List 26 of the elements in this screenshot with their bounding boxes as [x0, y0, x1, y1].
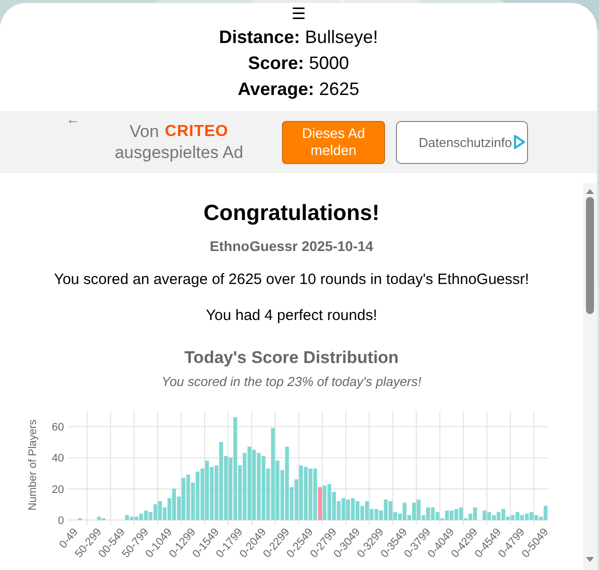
- game-date: EthnoGuessr 2025-10-14: [210, 238, 374, 254]
- scroll-thumb[interactable]: [586, 197, 594, 314]
- privacy-info-button[interactable]: Datenschutzinfo: [396, 120, 528, 164]
- chart-title: Today's Score Distribution: [184, 348, 399, 368]
- congrats-title: Congratulations!: [204, 199, 380, 227]
- result-line: Score: 5000: [248, 52, 350, 75]
- tick-label: 40: [52, 452, 64, 465]
- scroll-up-icon[interactable]: [586, 189, 594, 194]
- scrollbar[interactable]: [583, 183, 597, 570]
- ad-text: Von: [130, 121, 159, 142]
- summary-text: You had 4 perfect rounds!: [206, 306, 378, 326]
- bar: [78, 518, 82, 520]
- result-line: Distance: Bullseye!: [218, 26, 378, 49]
- tick-label: 0: [58, 515, 64, 527]
- scroll-down-icon[interactable]: [586, 557, 594, 562]
- brand-logo: CRITEO: [164, 122, 228, 142]
- axis-title: Number of Players: [27, 419, 39, 511]
- result-line: Average: 2625: [238, 78, 360, 101]
- chart-subtitle: You scored in the top 23% of today's players!: [162, 374, 422, 389]
- menu-icon[interactable]: ☰: [292, 6, 306, 24]
- tick-label: 20: [52, 484, 64, 496]
- summary-text: You scored an average of 2625 over 10 rounds in today's EthnoGuessr!: [54, 270, 530, 290]
- ad-choices-icon: [513, 135, 525, 149]
- tick-label: 60: [52, 422, 64, 434]
- ad-text: ausgespieltes Ad: [114, 142, 244, 163]
- back-button[interactable]: ←: [62, 111, 84, 127]
